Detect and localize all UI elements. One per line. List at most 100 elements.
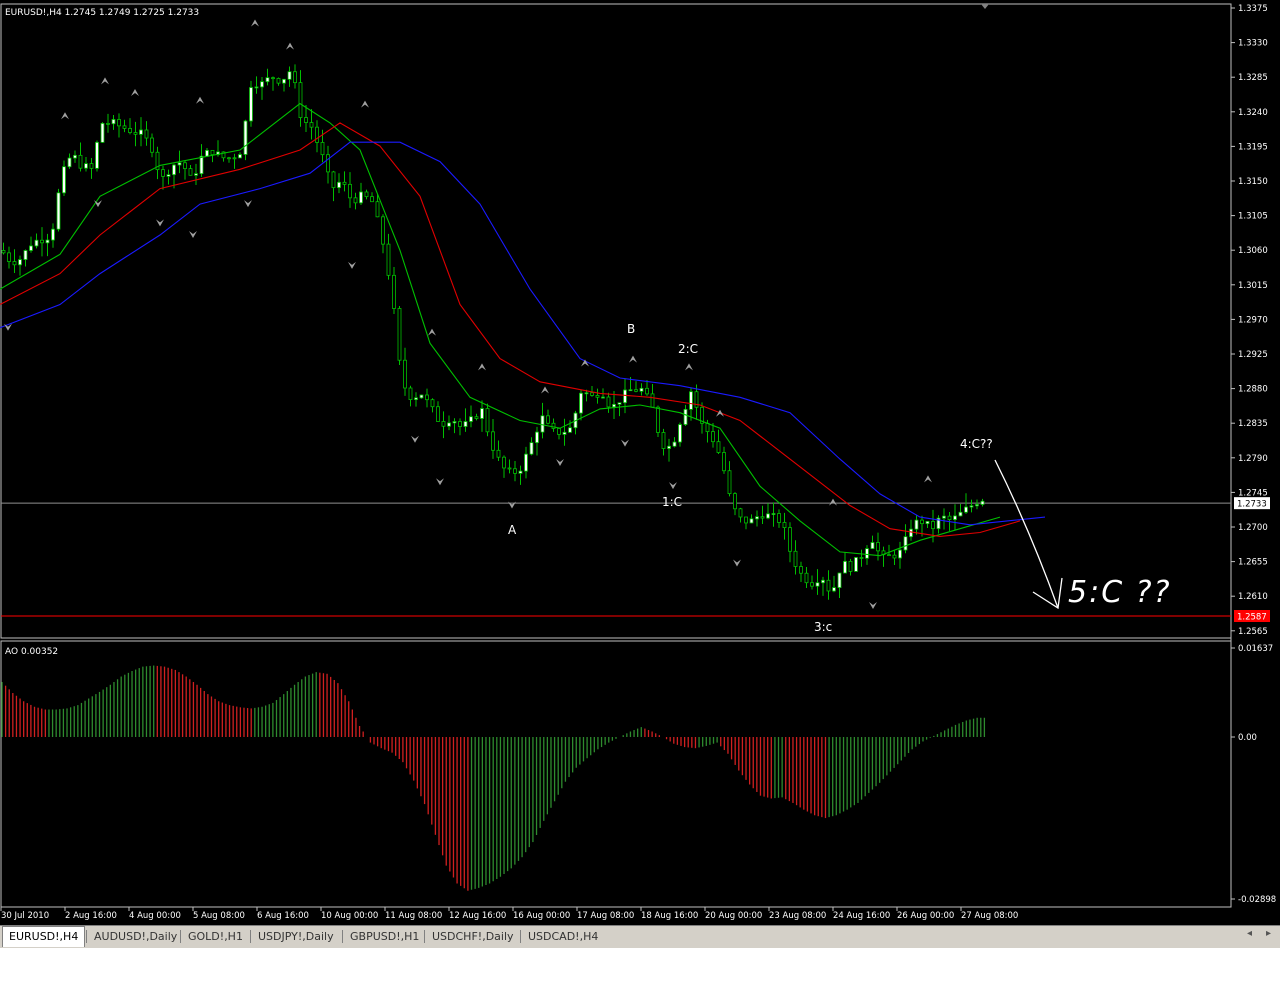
candle-body: [29, 245, 33, 251]
fractal-down-marker: [189, 230, 197, 238]
candle-body: [320, 142, 325, 156]
candle-body: [172, 164, 176, 176]
candle-body: [529, 442, 534, 455]
fractal-up-marker: [428, 328, 436, 336]
scroll-marker[interactable]: [981, 4, 989, 9]
candle-body: [579, 392, 583, 414]
candle-body: [45, 239, 50, 244]
candle-body: [760, 516, 765, 519]
candle-body: [535, 431, 539, 444]
tab-gold-h1[interactable]: GOLD!,H1: [182, 928, 249, 945]
candle-body: [408, 387, 413, 400]
candle-body: [507, 467, 512, 470]
candle-body: [474, 416, 479, 419]
wave-label-1c: 1:C: [662, 495, 682, 509]
wave-label-b: B: [627, 322, 635, 336]
candle-body: [458, 421, 462, 427]
candle-body: [793, 550, 798, 567]
support-lines: [1, 502, 1231, 617]
ao-tick-label: 0.00: [1238, 733, 1257, 743]
candle-body: [689, 391, 693, 410]
candle-body: [194, 173, 198, 176]
candle-body: [656, 406, 660, 433]
chart-window[interactable]: EURUSD!,H4 1.2745 1.2749 1.2725 1.2733 A…: [0, 0, 1280, 925]
fractal-markers: [4, 19, 932, 609]
candle-body: [205, 149, 209, 157]
ao-tick-label: -0.02898: [1238, 895, 1276, 905]
candle-body: [381, 216, 385, 245]
ma-blue-line: [0, 141, 1046, 526]
time-tick-label: 2 Aug 16:00: [65, 911, 117, 921]
fractal-up-marker: [716, 409, 724, 417]
candle-body: [337, 181, 341, 189]
candle-body: [980, 500, 985, 505]
fractal-up-marker: [286, 42, 294, 50]
price-tick-label: 1.3060: [1238, 246, 1268, 256]
tab-scroll-right-icon[interactable]: ▸: [1266, 928, 1271, 939]
ao-panel[interactable]: [0, 640, 1232, 908]
candle-body: [590, 392, 594, 396]
candle-body: [925, 521, 930, 525]
candles: [1, 64, 985, 600]
tab-audusd-daily[interactable]: AUDUSD!,Daily: [88, 928, 183, 945]
candle-body: [804, 572, 809, 584]
fractal-up-marker: [101, 77, 109, 85]
candle-body: [62, 166, 66, 194]
price-panel[interactable]: [0, 3, 1232, 639]
candle-body: [513, 468, 517, 474]
tab-usdchf-daily[interactable]: USDCHF!,Daily: [426, 928, 520, 945]
candle-body: [392, 274, 396, 309]
candle-body: [150, 137, 154, 153]
candle-body: [788, 527, 792, 552]
time-tick-label: 10 Aug 00:00: [321, 911, 378, 921]
tab-separator: [86, 930, 87, 943]
tab-eurusd-h4[interactable]: EURUSD!,H4: [2, 926, 86, 947]
candle-body: [650, 393, 655, 408]
fractal-down-marker: [156, 219, 164, 227]
time-tick-label: 16 Aug 00:00: [513, 911, 570, 921]
candle-body: [821, 579, 825, 584]
candle-body: [645, 387, 649, 395]
fractal-up-marker: [196, 96, 204, 104]
fractal-down-marker: [556, 458, 564, 466]
candle-body: [73, 154, 77, 159]
fractal-up-marker: [541, 386, 549, 394]
candle-body: [914, 519, 919, 530]
tab-usdcad-h4[interactable]: USDCAD!,H4: [522, 928, 604, 945]
candle-body: [271, 77, 275, 80]
wave-label-3c: 3:c: [814, 620, 832, 634]
tab-usdjpy-daily[interactable]: USDJPY!,Daily: [252, 928, 340, 945]
price-tick-label: 1.3195: [1238, 142, 1268, 152]
candle-body: [667, 445, 671, 449]
candle-body: [331, 171, 336, 189]
price-tick-label: 1.2610: [1238, 592, 1268, 602]
price-tick-label: 1.2925: [1238, 350, 1268, 360]
candle-body: [639, 387, 644, 392]
current-price-label: 1.2733: [1237, 500, 1267, 510]
indicator-header: AO 0.00352: [5, 647, 58, 657]
candle-body: [727, 470, 732, 495]
candle-body: [161, 169, 165, 177]
fractal-up-marker: [924, 475, 932, 483]
candle-body: [661, 432, 666, 449]
projection-arrowhead: [1032, 577, 1063, 610]
candle-body: [265, 77, 270, 83]
fractal-down-marker: [348, 261, 356, 269]
candle-body: [903, 536, 908, 551]
chart-svg[interactable]: EURUSD!,H4 1.2745 1.2749 1.2725 1.2733 A…: [0, 0, 1280, 925]
candle-body: [485, 408, 490, 433]
fractal-down-marker: [411, 435, 419, 443]
candle-body: [177, 162, 182, 166]
candle-body: [375, 201, 380, 218]
projection-arrow: [994, 459, 1059, 609]
candle-body: [227, 157, 231, 160]
fractal-up-marker: [361, 100, 369, 108]
ma-green-line: [0, 102, 1001, 557]
ao-tick-label: 0.01637: [1238, 644, 1273, 654]
tab-gbpusd-h1[interactable]: GBPUSD!,H1: [344, 928, 425, 945]
candle-body: [210, 149, 215, 156]
tab-scroll-left-icon[interactable]: ◂: [1247, 928, 1252, 939]
candle-body: [111, 119, 116, 125]
candle-body: [601, 396, 605, 399]
candle-body: [518, 470, 523, 474]
